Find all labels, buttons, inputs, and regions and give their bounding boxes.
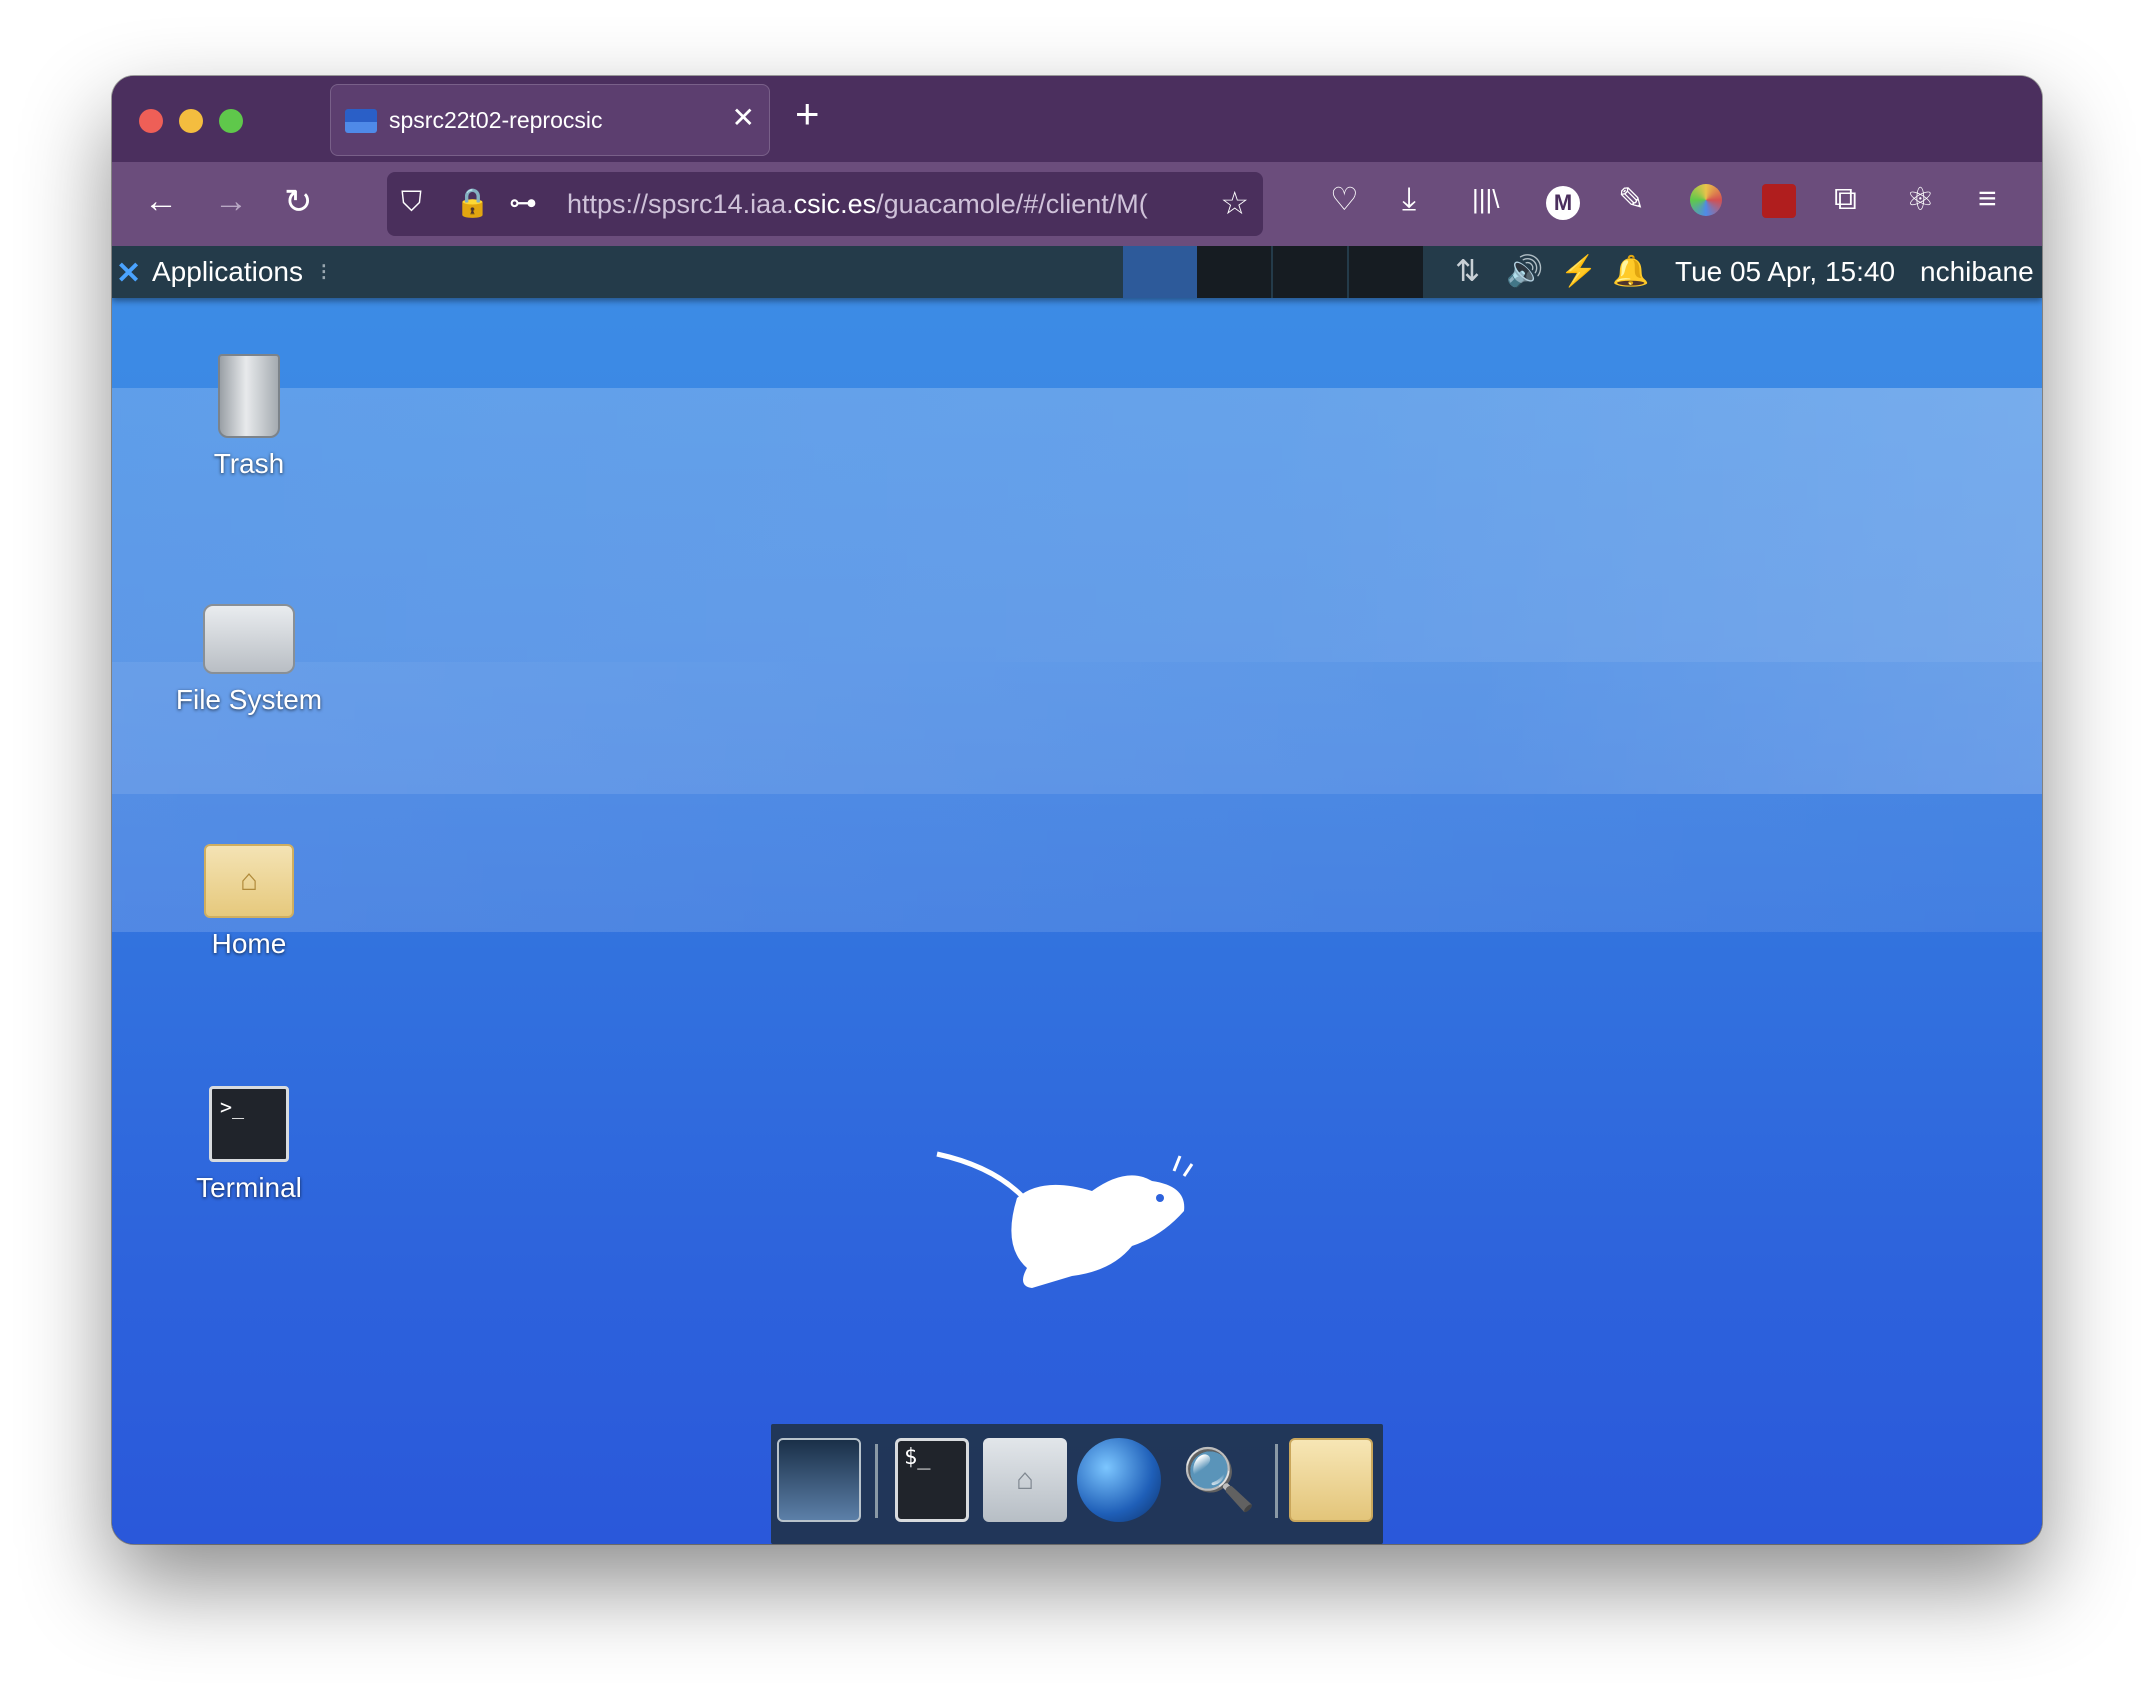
back-button[interactable]: ← [144,182,178,221]
power-icon[interactable]: ⚡ [1560,254,1597,289]
dock-separator [1275,1444,1278,1518]
dock-separator [875,1444,878,1518]
lock-icon[interactable]: 🔒 [455,186,490,219]
wallpaper-band [112,388,2042,662]
extension-icon[interactable] [1762,184,1796,218]
forward-button[interactable]: → [214,182,248,221]
xfce-top-panel: ✕ Applications ⁝ ⇅ 🔊 ⚡ 🔔 Tue 05 Apr, 15:… [112,246,2042,298]
pencil-icon[interactable]: ✎ [1618,180,1645,218]
open-external-icon[interactable]: ⧉ [1834,180,1857,218]
desktop-icon-label: Terminal [196,1172,302,1203]
show-desktop-launcher[interactable] [777,1438,861,1522]
bookmark-star-icon[interactable]: ☆ [1220,184,1249,222]
workspace-3[interactable] [1273,246,1347,298]
remote-desktop[interactable]: ✕ Applications ⁝ ⇅ 🔊 ⚡ 🔔 Tue 05 Apr, 15:… [112,246,2042,1544]
desktop-icon-label: File System [175,684,323,715]
workspace-1[interactable] [1123,246,1197,298]
browser-window: spsrc22t02-reprocsic ✕ + ← → ↻ ⛉ 🔒 ⊶ htt… [112,76,2042,1544]
file-manager-launcher[interactable]: ⌂ [983,1438,1067,1522]
desktop-icon-terminal[interactable]: >_ Terminal [149,1086,349,1204]
home-folder-icon: ⌂ [204,844,294,918]
xfce-mouse-logo-icon [936,1151,1194,1288]
wallpaper-band [112,662,2042,794]
app-finder-launcher[interactable]: 🔍 [1177,1438,1261,1522]
volume-icon[interactable]: 🔊 [1506,254,1543,289]
library-icon[interactable]: |||\ [1472,184,1500,215]
tracking-shield-icon[interactable]: ⛉ [401,186,422,219]
terminal-launcher[interactable]: $_ [895,1438,969,1522]
workspace-4[interactable] [1349,246,1423,298]
desktop-icon-label: Home [211,928,287,959]
desktop-icon-label: Trash [213,448,285,479]
reload-button[interactable]: ↻ [284,182,313,222]
wallpaper-band [112,794,2042,932]
navigation-bar: ← → ↻ ⛉ 🔒 ⊶ https://spsrc14.iaa.csic.es/… [112,162,2042,246]
url-bar[interactable]: ⛉ 🔒 ⊶ https://spsrc14.iaa.csic.es/guacam… [387,172,1263,236]
tab-active[interactable]: spsrc22t02-reprocsic ✕ [330,84,770,156]
desktop-icon-trash[interactable]: Trash [149,354,349,480]
panel-handle-icon: ⁝ [320,259,328,286]
permissions-icon[interactable]: ⊶ [509,186,537,219]
palette-icon[interactable] [1690,184,1722,216]
panel-username[interactable]: nchibane [1920,256,2034,288]
panel-clock[interactable]: Tue 05 Apr, 15:40 [1675,256,1895,288]
desktop-icon-filesystem[interactable]: File System [149,604,349,716]
trash-icon [218,354,280,438]
pocket-icon[interactable]: ♡ [1330,180,1359,218]
window-maximize-button[interactable] [219,109,243,133]
tab-title: spsrc22t02-reprocsic [389,107,603,133]
tab-bar: spsrc22t02-reprocsic ✕ + [112,76,2042,162]
terminal-icon: >_ [209,1086,289,1162]
m-extension-icon[interactable]: M [1546,186,1580,220]
window-close-button[interactable] [139,109,163,133]
workspace-2[interactable] [1197,246,1271,298]
download-icon[interactable]: ⤓ [1402,180,1416,218]
notification-bell-icon[interactable]: 🔔 [1612,254,1649,289]
react-devtools-icon[interactable]: ⚛ [1906,180,1935,218]
menu-icon[interactable]: ≡ [1978,180,1997,217]
hard-drive-icon [203,604,295,674]
web-browser-launcher[interactable] [1077,1438,1161,1522]
desktop-icon-home[interactable]: ⌂ Home [149,844,349,960]
xfce-dock: $_ ⌂ 🔍 [771,1424,1383,1544]
tab-favicon-icon [345,109,377,133]
tab-close-icon[interactable]: ✕ [732,101,755,134]
xfce-logo-icon[interactable]: ✕ [116,256,141,291]
url-text[interactable]: https://spsrc14.iaa.csic.es/guacamole/#/… [567,189,1197,220]
folder-launcher[interactable] [1289,1438,1373,1522]
applications-menu-button[interactable]: Applications [152,256,303,288]
window-minimize-button[interactable] [179,109,203,133]
network-icon[interactable]: ⇅ [1455,254,1480,289]
new-tab-button[interactable]: + [795,90,820,138]
